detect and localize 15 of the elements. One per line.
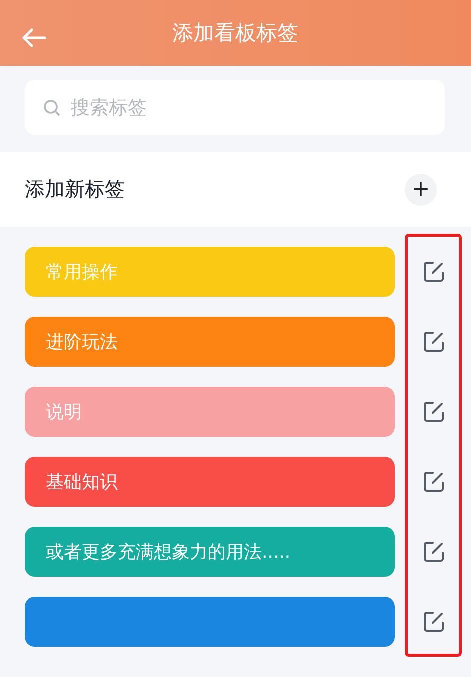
- tag-bar[interactable]: 基础知识: [25, 457, 395, 507]
- edit-icon[interactable]: [422, 540, 446, 564]
- page-title: 添加看板标签: [172, 20, 298, 47]
- tag-bar[interactable]: 进阶玩法: [25, 317, 395, 367]
- tag-bar[interactable]: 常用操作: [25, 247, 395, 297]
- edit-icon[interactable]: [422, 400, 446, 424]
- tag-bar[interactable]: 说明: [25, 387, 395, 437]
- add-button[interactable]: +: [405, 174, 437, 206]
- tag-bar[interactable]: 或者更多充满想象力的用法.....: [25, 527, 395, 577]
- add-tag-label: 添加新标签: [25, 176, 125, 203]
- edit-icon[interactable]: [422, 330, 446, 354]
- edit-icon[interactable]: [422, 260, 446, 284]
- edit-icon[interactable]: [422, 470, 446, 494]
- edit-icon[interactable]: [422, 610, 446, 634]
- search-field[interactable]: 搜索标签: [25, 80, 445, 135]
